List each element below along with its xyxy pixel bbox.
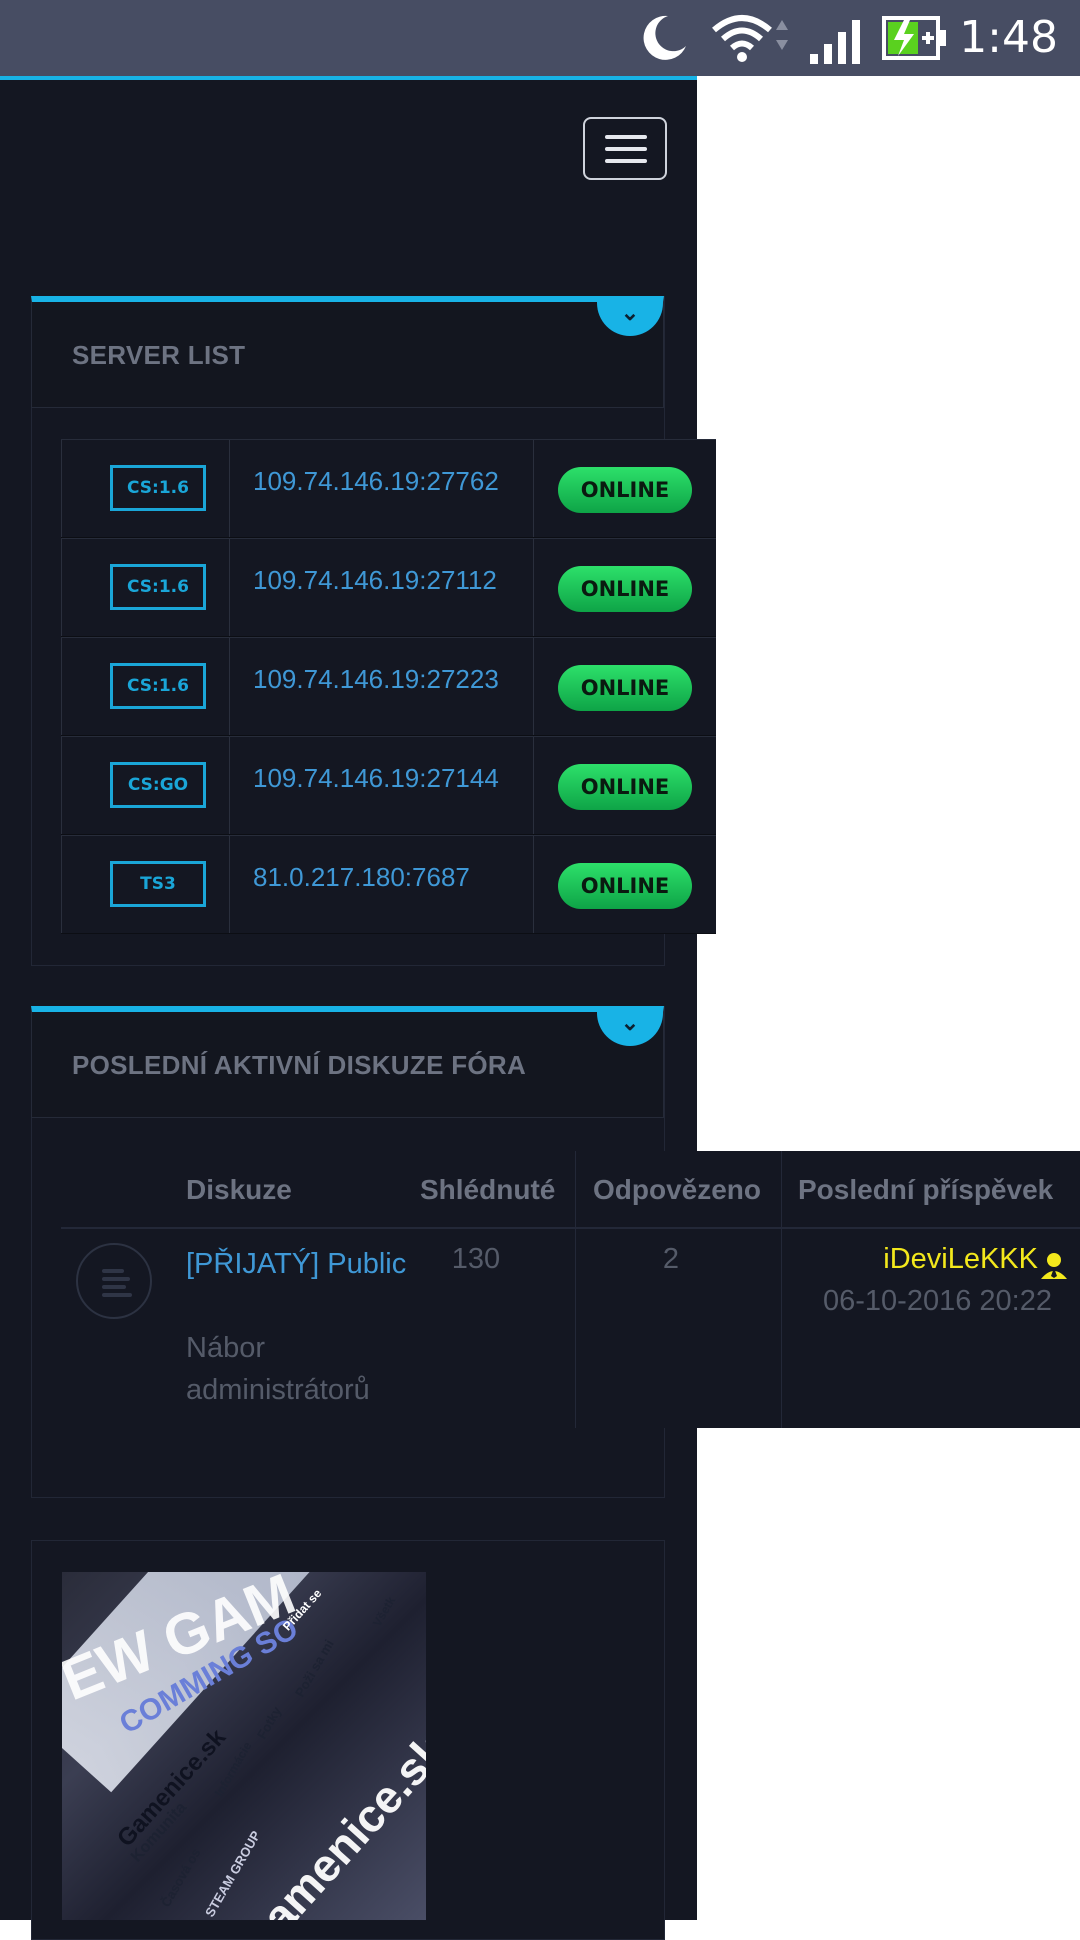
signal-icon — [810, 20, 860, 64]
topic-subtitle: Nábor administrátorů — [186, 1332, 370, 1406]
server-address-link[interactable]: 109.74.146.19:27762 — [253, 466, 499, 497]
table-row: CS:1.6 109.74.146.19:27223 ONLINE — [61, 637, 716, 736]
game-badge: CS:1.6 — [110, 564, 206, 610]
table-row: CS:1.6 109.74.146.19:27112 ONLINE — [61, 538, 716, 637]
status-badge: ONLINE — [558, 665, 692, 711]
last-post-user-link[interactable]: iDeviLeKKK — [883, 1243, 1038, 1276]
server-address-link[interactable]: 109.74.146.19:27144 — [253, 763, 499, 794]
status-badge: ONLINE — [558, 764, 692, 810]
status-badge: ONLINE — [558, 863, 692, 909]
gamenice-banner-image[interactable]: EW GAM COMMING SO Gamenice.sk Komunita g… — [62, 1572, 426, 1920]
hamburger-menu-icon[interactable] — [583, 117, 667, 180]
forum-table-header: Diskuze Shlédnuté Odpovězeno Poslední př… — [61, 1151, 1080, 1229]
server-address-link[interactable]: 81.0.217.180:7687 — [253, 862, 470, 893]
game-badge: TS3 — [110, 861, 206, 907]
wifi-icon — [712, 15, 788, 62]
server-table: CS:1.6 109.74.146.19:27762 ONLINE CS:1.6… — [61, 439, 716, 934]
column-header-views: Shlédnuté — [420, 1174, 556, 1205]
moon-icon — [643, 15, 686, 60]
panel-title: POSLEDNÍ AKTIVNÍ DISKUZE FÓRA — [72, 1050, 527, 1080]
status-bar: 1:48 — [0, 0, 1080, 76]
table-row: CS:1.6 109.74.146.19:27762 ONLINE — [61, 439, 716, 538]
topic-icon — [76, 1243, 152, 1319]
forum-table: Diskuze Shlédnuté Odpovězeno Poslední př… — [61, 1151, 1080, 1428]
column-header-last-post: Poslední příspěvek — [798, 1174, 1054, 1205]
topic-replies: 2 — [662, 1243, 680, 1275]
battery-charging-icon — [882, 16, 946, 60]
clock: 1:48 — [959, 12, 1058, 63]
game-badge: CS:1.6 — [110, 465, 206, 511]
topic-views: 130 — [451, 1243, 501, 1275]
last-post-date: 06-10-2016 20:22 — [823, 1285, 1052, 1317]
table-row: TS3 81.0.217.180:7687 ONLINE — [61, 835, 716, 934]
status-badge: ONLINE — [558, 467, 692, 513]
topic-title-link[interactable]: [PŘIJATÝ] Public — [186, 1243, 416, 1285]
server-list-header: SERVER LIST ⌄ — [31, 296, 664, 408]
user-icon — [1041, 1253, 1067, 1279]
column-header-replies: Odpovězeno — [593, 1174, 762, 1205]
chevron-down-icon[interactable]: ⌄ — [597, 1006, 663, 1046]
game-badge: CS:GO — [110, 762, 206, 808]
forum-header: POSLEDNÍ AKTIVNÍ DISKUZE FÓRA ⌄ — [31, 1006, 664, 1118]
column-header-discussion: Diskuze — [186, 1174, 292, 1205]
game-badge: CS:1.6 — [110, 663, 206, 709]
panel-title: SERVER LIST — [72, 340, 246, 370]
server-address-link[interactable]: 109.74.146.19:27112 — [253, 565, 497, 596]
table-row: CS:GO 109.74.146.19:27144 ONLINE — [61, 736, 716, 835]
chevron-down-icon[interactable]: ⌄ — [597, 296, 663, 336]
status-badge: ONLINE — [558, 566, 692, 612]
server-address-link[interactable]: 109.74.146.19:27223 — [253, 664, 499, 695]
